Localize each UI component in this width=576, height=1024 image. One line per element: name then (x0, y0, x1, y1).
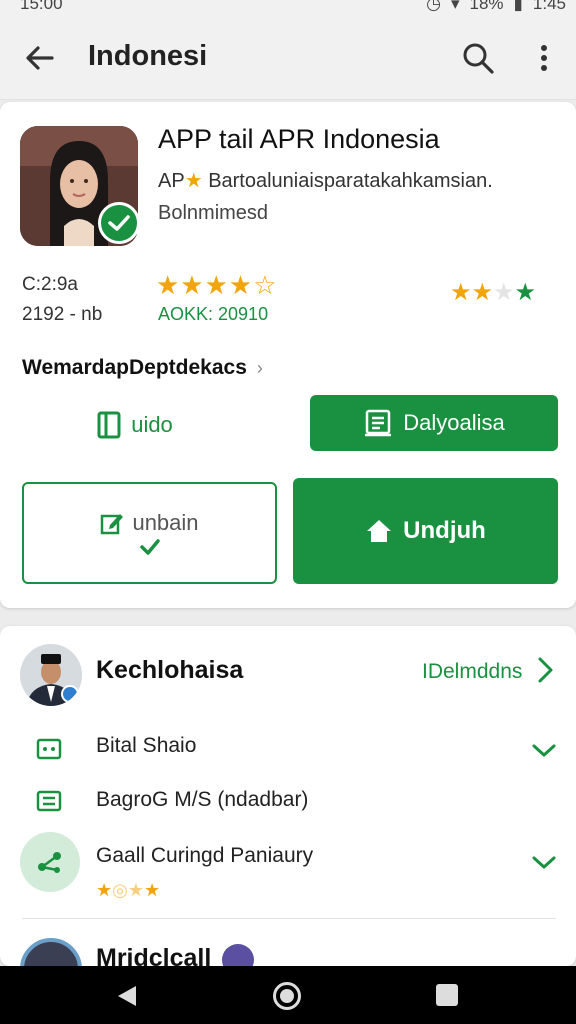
star-icon: ★ (184, 170, 203, 192)
verified-badge-icon (98, 202, 140, 244)
download-button[interactable]: Undjuh (293, 478, 558, 584)
list-item[interactable]: BagroG M/S (ndadbar) (96, 788, 308, 812)
rating-code: AOKK: 20910 (158, 304, 269, 324)
status-time-left: 15:00 (20, 0, 63, 13)
developer-avatar (20, 644, 82, 706)
home-icon (367, 520, 392, 542)
outline-button-label: unbain (132, 510, 199, 535)
wifi-icon: ▾ (450, 0, 460, 13)
section-link-label: WemardapDeptdekacs (22, 356, 247, 379)
green-action-button[interactable]: Dalyoalisa (310, 395, 558, 451)
list-item[interactable]: Gaall Curingd Paniaury (96, 844, 313, 868)
check-icon (139, 539, 160, 555)
row-rating: ★◎★★ (96, 880, 160, 901)
stat-line-2: 2192 - nb (22, 304, 103, 325)
chevron-right-icon[interactable] (534, 656, 556, 684)
share-icon (20, 832, 80, 892)
developer-link[interactable]: IDelmddns (422, 660, 522, 684)
alarm-icon: ◷ (426, 0, 441, 13)
app-details-card: APP tail APR Indonesia AP★ Bartoaluniais… (0, 102, 576, 608)
status-clock: 1:45 (532, 0, 566, 13)
app-subtitle: AP★ Bartoaluniaisparatakahkamsian. (158, 168, 493, 193)
check-icon[interactable] (530, 852, 558, 872)
row-rating-mid: ◎★ (112, 880, 144, 900)
check-icon[interactable] (530, 740, 558, 760)
download-button-label: Undjuh (403, 517, 486, 544)
next-item-badge-icon (222, 944, 254, 966)
rating-stars: ★★★★☆ (156, 270, 278, 300)
divider (22, 918, 556, 919)
edit-icon (101, 514, 124, 535)
book-icon (97, 411, 121, 439)
list-icon (36, 790, 62, 812)
green-action-button-label: Dalyoalisa (403, 410, 505, 435)
next-item-avatar (20, 938, 82, 966)
chevron-right-icon: › (256, 358, 263, 378)
app-bar: Indonesi (0, 18, 576, 100)
mini-rating: ★★★★ (450, 278, 536, 307)
row-rating-end: ★ (143, 880, 161, 900)
back-arrow-icon[interactable] (22, 40, 58, 76)
document-icon (365, 409, 392, 437)
system-nav-bar (0, 966, 576, 1024)
next-item-name[interactable]: Mridclcall (96, 944, 211, 966)
app-subtitle-prefix: AP (158, 170, 185, 192)
battery-icon: ▮ (513, 0, 523, 13)
nav-home-icon[interactable] (273, 982, 301, 1010)
section-link[interactable]: WemardapDeptdekacs › (22, 356, 263, 380)
app-subtitle-text: Bartoaluniaisparatakahkamsian. (208, 170, 493, 192)
battery-percent: 18% (469, 0, 504, 13)
row-rating-start: ★ (96, 880, 113, 900)
mini-rating-badge: ★ (514, 279, 537, 306)
mini-rating-empty: ★ (493, 279, 515, 306)
mini-rating-filled: ★★ (450, 279, 494, 306)
outline-button[interactable]: unbain (22, 482, 277, 584)
card-icon (36, 738, 62, 760)
developer-name: Kechlohaisa (96, 656, 244, 684)
text-button-label: uido (131, 412, 173, 437)
more-options-icon[interactable] (530, 40, 558, 76)
search-icon[interactable] (460, 40, 496, 76)
nav-recents-icon[interactable] (436, 984, 458, 1006)
page-title: Indonesi (88, 40, 208, 72)
developer-card: Kechlohaisa IDelmddns Bital Shaio BagroG… (0, 626, 576, 966)
list-item[interactable]: Bital Shaio (96, 734, 196, 758)
app-name: APP tail APR Indonesia (158, 124, 440, 154)
app-developer[interactable]: Bolnmimesd (158, 202, 268, 225)
stat-line-1: C:2:9a (22, 274, 78, 295)
nav-back-icon[interactable] (116, 984, 138, 1008)
text-button[interactable]: uido (60, 400, 210, 450)
status-bar: 15:00 ◷ ▾ 18% ▮ 1:45 (0, 0, 576, 18)
